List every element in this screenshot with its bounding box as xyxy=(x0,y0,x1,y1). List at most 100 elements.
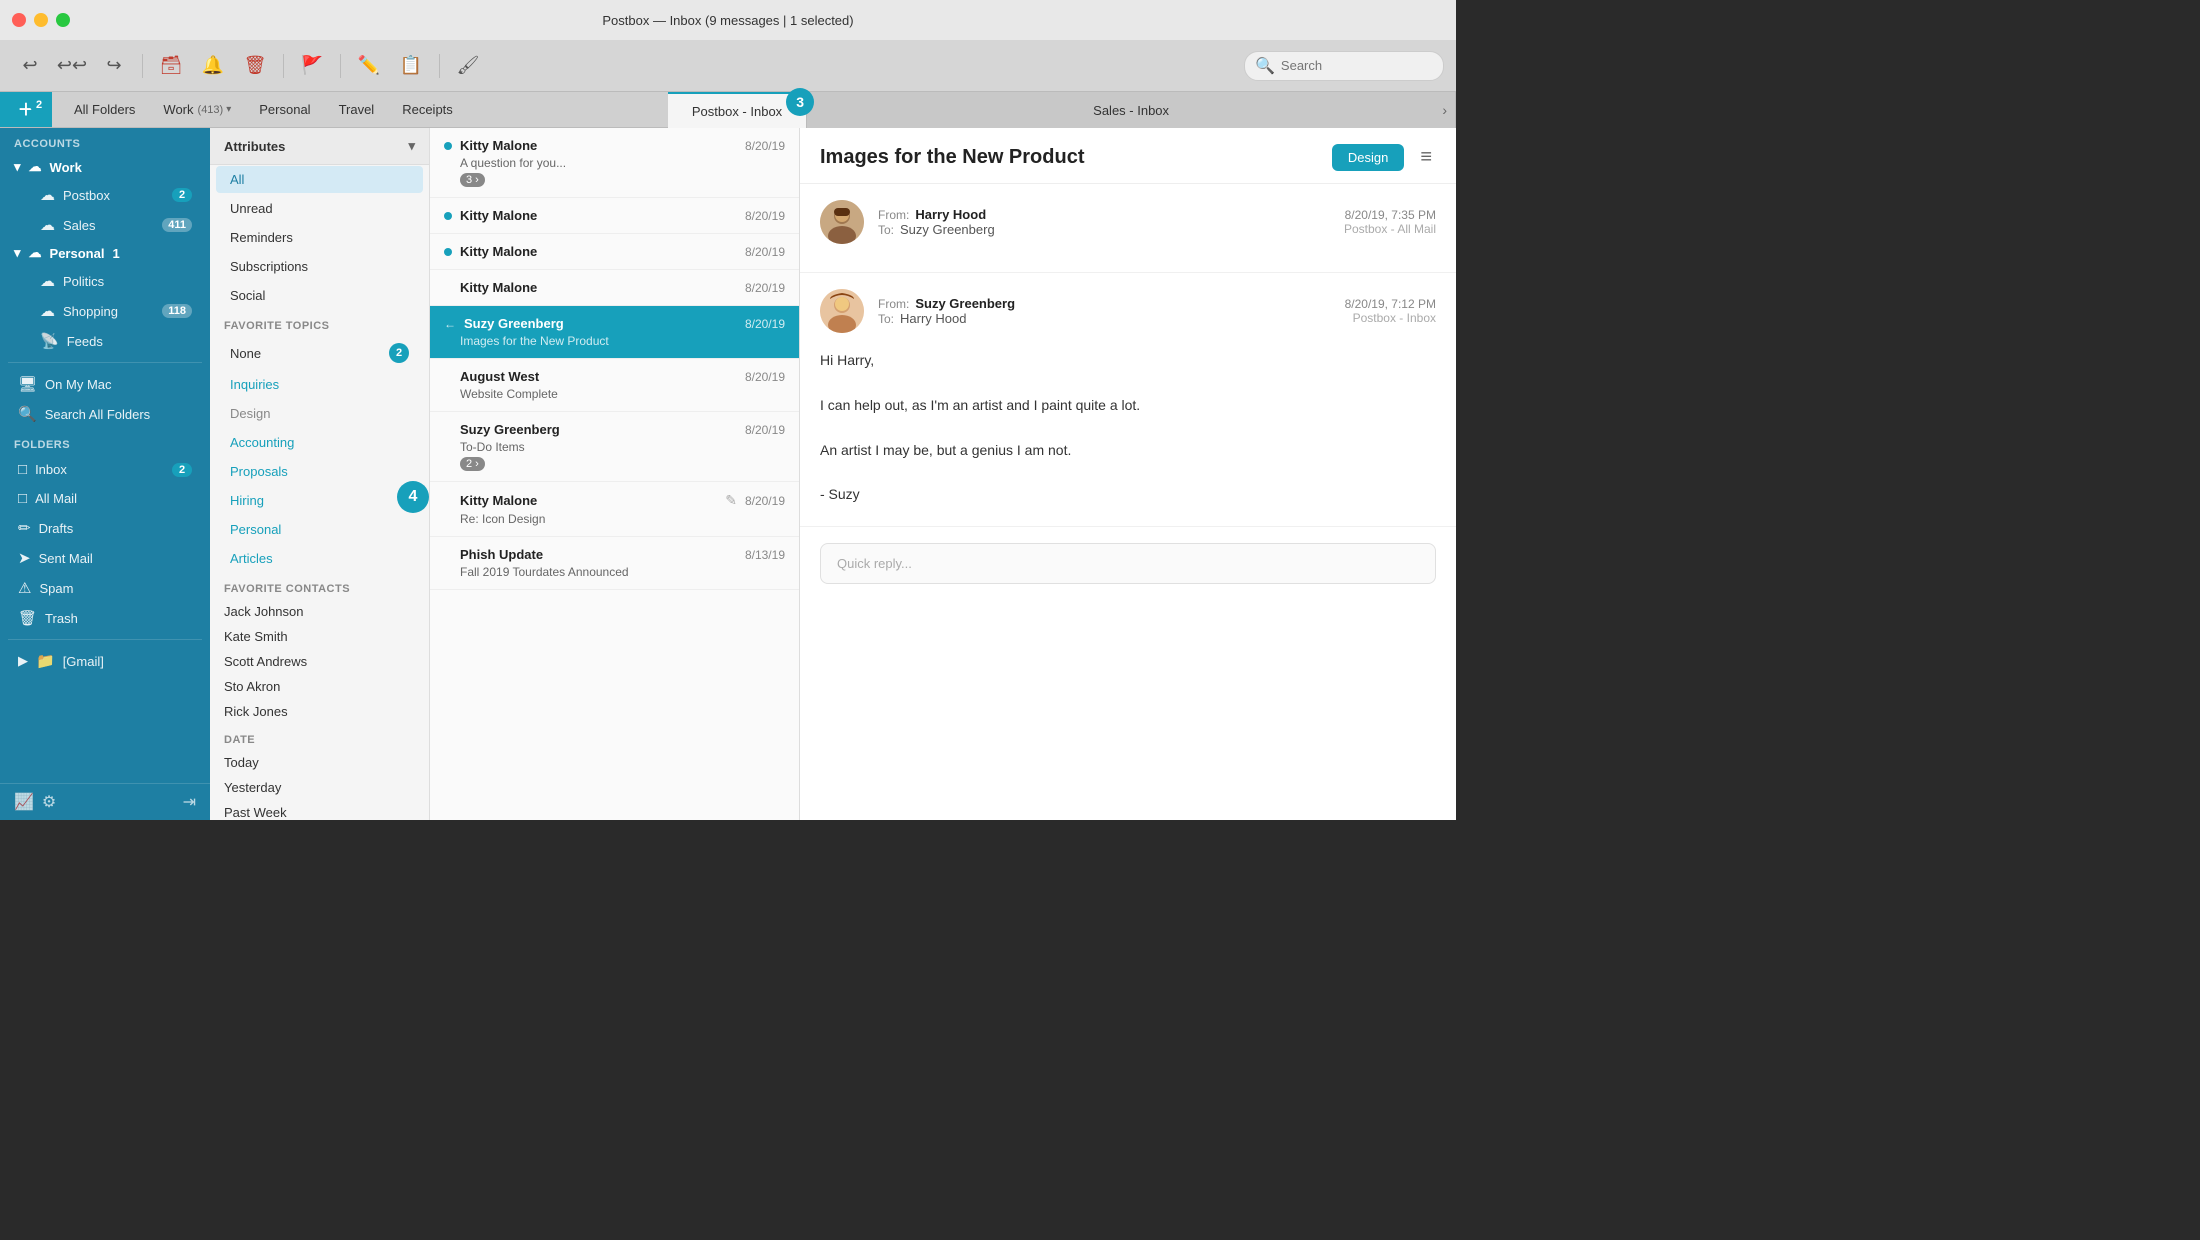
sidebar-item-trash[interactable]: 🗑 Trash xyxy=(4,604,206,632)
sales-badge: 411 xyxy=(162,218,192,232)
search-input[interactable] xyxy=(1281,58,1431,73)
filter-subscriptions[interactable]: Subscriptions xyxy=(216,253,423,280)
search-icon: 🔍 xyxy=(18,405,37,423)
sidebar-item-feeds[interactable]: 📡 Feeds xyxy=(4,327,206,355)
message-item[interactable]: Kitty Malone 8/20/19 xyxy=(430,198,799,234)
reply-button[interactable]: ↩ xyxy=(12,48,48,84)
message-date: 8/20/19 xyxy=(745,494,785,508)
sidebar-item-gmail[interactable]: ▶ 📁 [Gmail] xyxy=(4,647,206,675)
date-past-week[interactable]: Past Week xyxy=(210,800,429,820)
filter-all[interactable]: All xyxy=(216,166,423,193)
contact-kate-smith[interactable]: Kate Smith xyxy=(210,624,429,649)
quick-reply[interactable]: Quick reply... xyxy=(820,543,1436,584)
message-item[interactable]: Kitty Malone 8/20/19 xyxy=(430,234,799,270)
email-thread: From: Harry Hood To: Suzy Greenberg 8/20… xyxy=(800,184,1456,527)
sidebar-item-inbox[interactable]: □ Inbox 2 xyxy=(4,456,206,483)
tab-work[interactable]: Work (413) ▾ xyxy=(149,92,245,128)
triangle-right-icon: ▶ xyxy=(18,653,28,669)
activity-button[interactable]: 📈 xyxy=(14,792,34,812)
filter-topic-hiring[interactable]: Hiring 4 xyxy=(216,487,423,514)
sidebar-item-all-mail[interactable]: □ All Mail xyxy=(4,485,206,512)
tab-personal[interactable]: Personal xyxy=(245,92,324,128)
maximize-button[interactable] xyxy=(56,13,70,27)
filter-topic-personal[interactable]: Personal xyxy=(216,516,423,543)
sidebar-item-spam[interactable]: ⚠ Spam xyxy=(4,574,206,602)
sidebar-item-politics[interactable]: ☁ Politics xyxy=(4,267,206,295)
message-item[interactable]: Kitty Malone ✎ 8/20/19 Re: Icon Design xyxy=(430,482,799,537)
folders-header: Folders xyxy=(0,429,210,455)
reminder-button[interactable]: 🔔 xyxy=(195,48,231,84)
sidebar-item-postbox[interactable]: ☁ Postbox 2 xyxy=(4,181,206,209)
from-row: From: Suzy Greenberg xyxy=(878,296,1331,311)
search-icon: 🔍 xyxy=(1255,56,1275,76)
contact-sto-akron[interactable]: Sto Akron xyxy=(210,674,429,699)
date-today[interactable]: Today xyxy=(210,750,429,775)
tab-all-folders[interactable]: Work All Folders xyxy=(60,92,149,128)
separator-3 xyxy=(340,54,341,78)
archive-button[interactable]: 🗃 xyxy=(153,48,189,84)
message-item[interactable]: Suzy Greenberg 8/20/19 To-Do Items 2 › xyxy=(430,412,799,482)
sidebar-group-personal[interactable]: ▾ ☁ Personal 1 xyxy=(0,240,210,266)
message-preview: Website Complete xyxy=(444,387,785,401)
date-yesterday[interactable]: Yesterday xyxy=(210,775,429,800)
message-item[interactable]: August West 8/20/19 Website Complete xyxy=(430,359,799,412)
message-item[interactable]: Kitty Malone 8/20/19 A question for you.… xyxy=(430,128,799,198)
filter-reminders[interactable]: Reminders xyxy=(216,224,423,251)
shopping-badge: 118 xyxy=(162,304,192,318)
filter-social[interactable]: Social xyxy=(216,282,423,309)
close-button[interactable] xyxy=(12,13,26,27)
tab-travel[interactable]: Travel xyxy=(325,92,389,128)
filter-topic-none[interactable]: None 2 xyxy=(216,337,423,369)
sidebar-item-shopping[interactable]: ☁ Shopping 118 xyxy=(4,297,206,325)
contact-rick-jones[interactable]: Rick Jones xyxy=(210,699,429,724)
sidebar: Accounts ▾ ☁ Work ☁ Postbox 2 ☁ Sales 41… xyxy=(0,128,210,820)
message-item[interactable]: Phish Update 8/13/19 Fall 2019 Tourdates… xyxy=(430,537,799,590)
sidebar-item-drafts[interactable]: ✏ Drafts xyxy=(4,514,206,542)
tab-receipts[interactable]: Receipts xyxy=(388,92,467,128)
sidebar-group-work[interactable]: ▾ ☁ Work xyxy=(0,154,210,180)
filter-unread[interactable]: Unread xyxy=(216,195,423,222)
compose-new-button[interactable]: + 2 xyxy=(0,92,52,127)
spam-icon: ⚠ xyxy=(18,579,31,597)
delete-button[interactable]: 🗑 xyxy=(237,48,273,84)
brush-button[interactable]: 🖌 xyxy=(450,48,486,84)
filter-topic-articles[interactable]: Articles xyxy=(216,545,423,572)
contact-jack-johnson[interactable]: Jack Johnson xyxy=(210,599,429,624)
sidebar-item-on-my-mac[interactable]: 🖥 On My Mac xyxy=(4,370,206,398)
from-row: From: Harry Hood xyxy=(878,207,1330,222)
sidebar-item-sales[interactable]: ☁ Sales 411 xyxy=(4,211,206,239)
forward-button[interactable]: ↪ xyxy=(96,48,132,84)
notes-button[interactable]: 📋 xyxy=(393,48,429,84)
search-box[interactable]: 🔍 xyxy=(1244,51,1444,81)
settings-button[interactable]: ⚙ xyxy=(42,792,56,812)
filter-topic-accounting[interactable]: Accounting xyxy=(216,429,423,456)
flag-button[interactable]: 🚩 xyxy=(294,48,330,84)
message-date: 8/20/19 xyxy=(745,209,785,223)
tag-design-button[interactable]: Design xyxy=(1332,144,1404,171)
to-row: To: Suzy Greenberg xyxy=(878,222,1330,237)
more-options-button[interactable]: ≡ xyxy=(1416,146,1436,169)
favorite-contacts-header: Favorite Contacts xyxy=(210,573,429,599)
message-list: Kitty Malone 8/20/19 A question for you.… xyxy=(430,128,800,820)
email-meta: From: Harry Hood To: Suzy Greenberg 8/20… xyxy=(820,200,1436,244)
message-item-selected[interactable]: ← Suzy Greenberg 8/20/19 Images for the … xyxy=(430,306,799,359)
hiring-badge: 4 xyxy=(397,481,429,513)
postbox-tab-badge: 3 xyxy=(786,88,814,116)
contact-scott-andrews[interactable]: Scott Andrews xyxy=(210,649,429,674)
tab-sales-inbox[interactable]: Sales - Inbox › xyxy=(807,92,1456,128)
sidebar-collapse-button[interactable]: ⇥ xyxy=(183,792,196,812)
compose-button[interactable]: ✏️ xyxy=(351,48,387,84)
minimize-button[interactable] xyxy=(34,13,48,27)
none-topic-badge: 2 xyxy=(389,343,409,363)
inbox-icon: □ xyxy=(18,461,27,478)
sidebar-item-search-all[interactable]: 🔍 Search All Folders xyxy=(4,400,206,428)
postbox-badge: 2 xyxy=(172,188,192,202)
filter-topic-inquiries[interactable]: Inquiries xyxy=(216,371,423,398)
tab-postbox-inbox[interactable]: Postbox - Inbox 3 xyxy=(668,92,807,128)
reply-all-button[interactable]: ↩↩ xyxy=(54,48,90,84)
sidebar-item-sent-mail[interactable]: ➤ Sent Mail xyxy=(4,544,206,572)
message-date: 8/20/19 xyxy=(745,281,785,295)
message-item[interactable]: Kitty Malone 8/20/19 xyxy=(430,270,799,306)
filter-topic-proposals[interactable]: Proposals xyxy=(216,458,423,485)
filter-topic-design[interactable]: Design xyxy=(216,400,423,427)
